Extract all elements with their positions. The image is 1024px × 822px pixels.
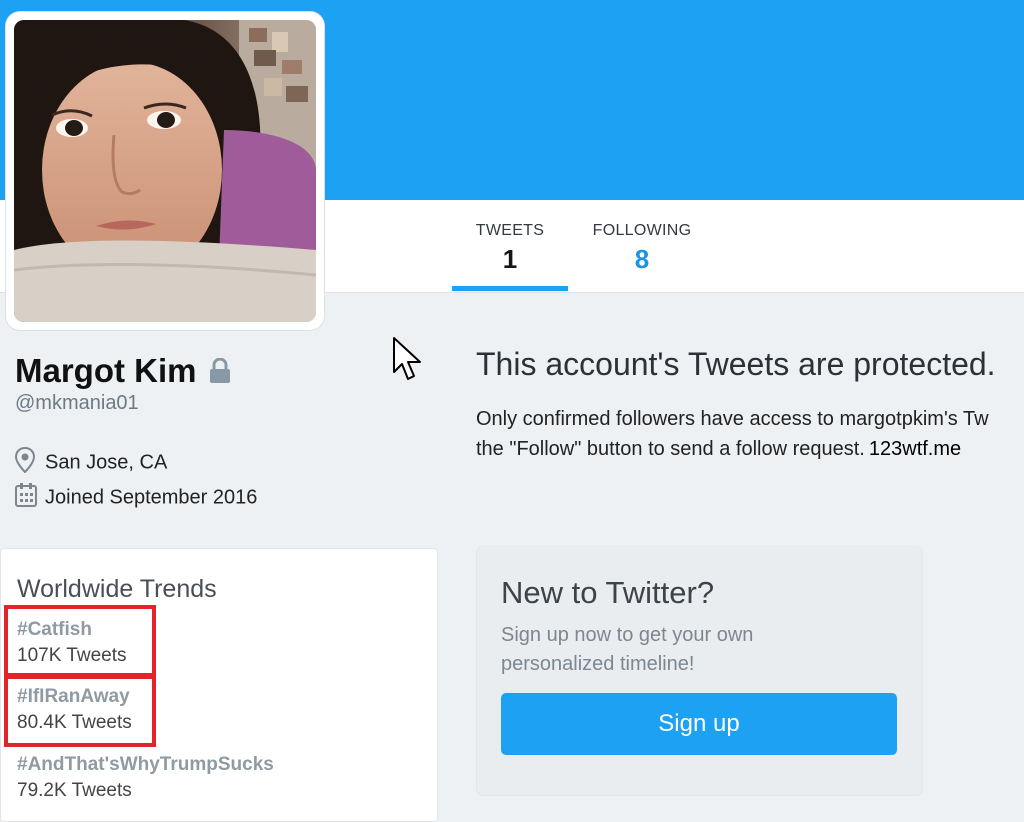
trend-count: 79.2K Tweets xyxy=(17,780,132,801)
tweets-tab[interactable]: TWEETS 1 xyxy=(452,222,568,275)
profile-name: Margot Kim xyxy=(15,352,197,389)
trend-highlight-box xyxy=(4,605,156,677)
calendar-icon xyxy=(15,483,39,513)
location-pin-icon xyxy=(14,446,39,479)
protected-line-1: Only confirmed followers have access to … xyxy=(476,408,989,430)
protected-description: Only confirmed followers have access to … xyxy=(476,404,1024,464)
following-count: 8 xyxy=(634,244,650,274)
profile-handle[interactable]: @mkmania01 xyxy=(15,392,139,415)
profile-joined: Joined September 2016 xyxy=(15,483,257,513)
following-label: FOLLOWING xyxy=(592,222,692,239)
tweets-count: 1 xyxy=(502,244,518,274)
location-text: San Jose, CA xyxy=(45,451,168,474)
protected-title: This account's Tweets are protected. xyxy=(476,346,996,382)
avatar-frame[interactable] xyxy=(6,12,324,330)
joined-text: Joined September 2016 xyxy=(45,486,258,509)
signup-card: New to Twitter? Sign up now to get your … xyxy=(477,547,922,795)
tweets-label: TWEETS xyxy=(475,222,545,239)
active-tab-indicator xyxy=(452,286,568,291)
following-tab[interactable]: FOLLOWING 8 xyxy=(578,222,706,275)
protected-line-2-wrap: the "Follow" button to send a follow req… xyxy=(476,434,1024,464)
trend-item[interactable]: #AndThat'sWhyTrumpSucks 79.2K Tweets xyxy=(17,754,274,802)
signup-subtitle: Sign up now to get your own personalized… xyxy=(501,624,754,675)
sign-up-button[interactable]: Sign up xyxy=(501,693,897,755)
profile-location: San Jose, CA xyxy=(14,446,168,479)
trend-hashtag[interactable]: #AndThat'sWhyTrumpSucks xyxy=(17,754,274,776)
trends-title: Worldwide Trends xyxy=(17,575,217,603)
watermark-text: 123wtf.me xyxy=(868,438,962,460)
lock-icon xyxy=(209,357,231,389)
avatar xyxy=(14,20,316,322)
mouse-cursor-icon xyxy=(392,336,426,387)
protected-line-2: the "Follow" button to send a follow req… xyxy=(476,438,865,460)
signup-title: New to Twitter? xyxy=(501,575,715,610)
trend-highlight-box xyxy=(4,675,156,747)
